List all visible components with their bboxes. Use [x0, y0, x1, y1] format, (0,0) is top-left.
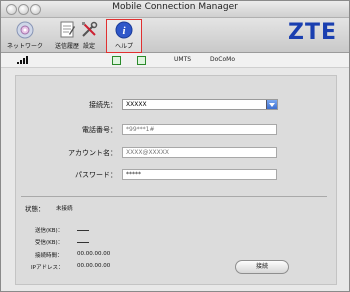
- phone-number-field[interactable]: *99***1#: [122, 124, 277, 135]
- account-label: アカウント名：: [68, 149, 117, 157]
- title-bar: Mobile Connection Manager: [1, 1, 349, 18]
- toolbar-help[interactable]: i ヘルプ: [106, 19, 142, 53]
- divider: [21, 196, 327, 197]
- connection-status-icon: [112, 56, 121, 65]
- account-name-field[interactable]: XXXX@XXXXX: [122, 147, 277, 158]
- connect-button[interactable]: 接続: [235, 260, 289, 274]
- help-icon: i: [115, 21, 133, 39]
- time-label: 接続時間：: [35, 253, 63, 259]
- state-label: 状態：: [25, 205, 45, 213]
- toolbar-settings-label: 設定: [82, 43, 95, 50]
- recv-label: 受信(KB)：: [35, 240, 64, 246]
- window-title: Mobile Connection Manager: [112, 2, 238, 12]
- state-value: 未接続: [56, 206, 73, 212]
- chevron-down-icon[interactable]: [266, 100, 277, 109]
- signal-strength-icon: [17, 56, 28, 64]
- data-transfer-icon: [137, 56, 146, 65]
- toolbar-network-label: ネットワーク: [6, 43, 43, 50]
- status-bar: UMTS DoCoMo: [1, 53, 349, 68]
- recv-value: [77, 242, 89, 243]
- toolbar-network[interactable]: ネットワーク: [3, 20, 47, 52]
- connection-select-value: XXXXX: [126, 101, 147, 108]
- network-type: UMTS: [174, 56, 192, 63]
- connection-select[interactable]: XXXXX: [122, 99, 278, 110]
- connection-label: 接続先：: [89, 101, 117, 109]
- brand-logo: ZTE: [288, 20, 337, 45]
- toolbar-help-label: ヘルプ: [114, 43, 133, 50]
- network-icon: [16, 21, 34, 39]
- toolbar-settings[interactable]: 設定: [67, 20, 111, 52]
- ip-label: IPアドレス：: [31, 265, 64, 271]
- settings-icon: [82, 21, 98, 37]
- app-window: Mobile Connection Manager ネットワーク 送信履歴 設定…: [0, 0, 350, 292]
- password-label: パスワード：: [75, 171, 117, 179]
- phone-label: 電話番号：: [82, 126, 117, 134]
- sent-label: 送信(KB)：: [35, 228, 64, 234]
- toolbar: ネットワーク 送信履歴 設定 i ヘルプ ZTE: [1, 18, 349, 53]
- sent-value: [77, 230, 89, 231]
- password-field[interactable]: *****: [122, 169, 277, 180]
- time-value: 00.00.00.00: [77, 251, 111, 257]
- operator-name: DoCoMo: [210, 56, 235, 63]
- ip-value: 00.00.00.00: [77, 263, 111, 269]
